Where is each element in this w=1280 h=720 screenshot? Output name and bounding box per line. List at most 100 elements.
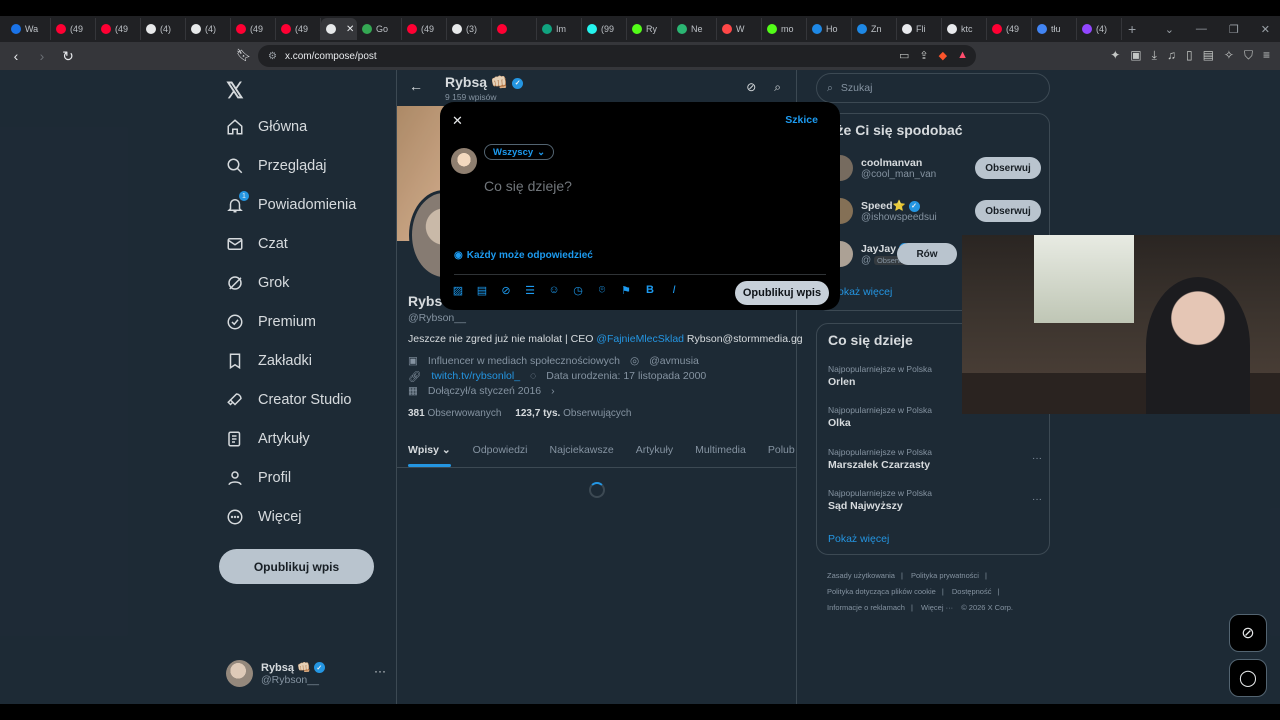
- browser-tab[interactable]: (49: [987, 18, 1032, 40]
- tab-favicon-icon: [542, 24, 552, 34]
- browser-tab[interactable]: Wa: [6, 18, 51, 40]
- chevron-down-icon: ⌄: [537, 146, 546, 158]
- forward-icon[interactable]: ›: [32, 48, 52, 64]
- tab-label: (4): [1096, 24, 1107, 34]
- screenshot-icon[interactable]: ▣: [1130, 48, 1141, 63]
- browser-tab[interactable]: ✕: [321, 18, 357, 40]
- reply-setting-button[interactable]: ◉ Każdy może odpowiedzieć: [454, 250, 593, 261]
- leo-ai-icon[interactable]: ✧: [1224, 48, 1234, 63]
- media-icon[interactable]: ▨: [452, 284, 464, 297]
- vpn-icon[interactable]: ⛉: [1244, 48, 1253, 63]
- bold-icon[interactable]: B: [644, 284, 656, 297]
- emoji-icon[interactable]: ☺: [548, 284, 560, 297]
- chevron-down-icon[interactable]: ⌄: [1165, 23, 1174, 36]
- browser-tab[interactable]: [492, 18, 537, 40]
- grok-icon[interactable]: ⊘: [500, 284, 512, 297]
- tab-favicon-icon: [767, 24, 777, 34]
- flag-icon[interactable]: ⚑: [620, 284, 632, 297]
- italic-icon[interactable]: I: [668, 284, 680, 297]
- browser-tab[interactable]: (49: [402, 18, 447, 40]
- browser-tab[interactable]: mo: [762, 18, 807, 40]
- drafts-button[interactable]: Szkice: [785, 114, 818, 126]
- browser-tab[interactable]: Im: [537, 18, 582, 40]
- browser-tab[interactable]: ktc: [942, 18, 987, 40]
- restore-icon[interactable]: ❐: [1229, 23, 1239, 36]
- compose-textarea[interactable]: Co się dzieje?: [484, 178, 572, 194]
- browser-tab[interactable]: W: [717, 18, 762, 40]
- grok-floating-button[interactable]: ⊘: [1229, 614, 1267, 652]
- browser-tab[interactable]: Ne: [672, 18, 717, 40]
- audience-selector[interactable]: Wszyscy ⌄: [484, 144, 555, 160]
- browser-tab[interactable]: (49: [96, 18, 141, 40]
- brave-shield-icon[interactable]: ◆: [939, 49, 947, 62]
- tab-favicon-icon: [11, 24, 21, 34]
- tab-label: (49: [115, 24, 129, 34]
- tab-favicon-icon: [407, 24, 417, 34]
- bookmark-page-icon[interactable]: 🔖︎: [236, 48, 251, 62]
- close-window-icon[interactable]: ✕: [1261, 23, 1270, 36]
- window-controls: ⌄ — ❐ ✕: [1165, 16, 1270, 42]
- tab-label: Ne: [691, 24, 703, 34]
- back-icon[interactable]: ‹: [6, 48, 26, 64]
- tab-label: (49: [1006, 24, 1020, 34]
- extension-icons: ✦ ▣ ⤓ ♫ ▯ ▤ ✧ ⛉ ≡: [1110, 48, 1270, 63]
- tab-close-icon[interactable]: ✕: [346, 24, 354, 35]
- tab-label: (4): [160, 24, 171, 34]
- browser-tab[interactable]: (49: [231, 18, 276, 40]
- minimize-icon[interactable]: —: [1196, 23, 1207, 35]
- schedule-icon[interactable]: ◷: [572, 284, 584, 297]
- gif-icon[interactable]: ▤: [476, 284, 488, 297]
- site-info-icon[interactable]: ⚙: [268, 51, 277, 62]
- compose-post-button[interactable]: Opublikuj wpis: [735, 281, 829, 305]
- address-bar[interactable]: ⚙ x.com/compose/post ▭ ⇪ ◆ ▲: [258, 45, 976, 67]
- brave-rewards-icon[interactable]: ▲: [957, 49, 968, 62]
- tab-label: (99: [601, 24, 615, 34]
- download-icon[interactable]: ⤓: [1152, 48, 1157, 63]
- browser-tab[interactable]: Ho: [807, 18, 852, 40]
- messages-floating-button[interactable]: ◯: [1229, 659, 1267, 697]
- tab-favicon-icon: [281, 24, 291, 34]
- browser-tab[interactable]: Zn: [852, 18, 897, 40]
- tab-favicon-icon: [236, 24, 246, 34]
- poll-icon[interactable]: ☰: [524, 284, 536, 297]
- browser-tab[interactable]: (3): [447, 18, 492, 40]
- audience-label: Wszyscy: [493, 146, 534, 158]
- browser-tab[interactable]: (4): [186, 18, 231, 40]
- x-page: 𝕏 Główna Przeglądaj 1 Powiadomienia Czat…: [0, 70, 1280, 704]
- reload-icon[interactable]: ↻: [58, 48, 78, 65]
- browser-tab[interactable]: (49: [51, 18, 96, 40]
- tab-favicon-icon: [191, 24, 201, 34]
- tab-label: Im: [556, 24, 566, 34]
- cast-icon[interactable]: ▭: [899, 49, 909, 62]
- tab-label: ktc: [961, 24, 973, 34]
- browser-tab[interactable]: Go: [357, 18, 402, 40]
- tab-favicon-icon: [497, 24, 507, 34]
- sidebar-icon[interactable]: ▯: [1186, 48, 1193, 63]
- tab-label: Wa: [25, 24, 39, 34]
- wallet-icon[interactable]: ▤: [1203, 48, 1214, 63]
- menu-icon[interactable]: ≡: [1263, 48, 1270, 63]
- tab-favicon-icon: [722, 24, 732, 34]
- tab-favicon-icon: [587, 24, 597, 34]
- browser-tab[interactable]: (99: [582, 18, 627, 40]
- media-icon[interactable]: ♫: [1167, 48, 1176, 63]
- close-icon[interactable]: ✕: [452, 113, 463, 129]
- browser-tab[interactable]: (4): [141, 18, 186, 40]
- tab-label: mo: [781, 24, 794, 34]
- tab-favicon-icon: [56, 24, 66, 34]
- new-tab-button[interactable]: +: [1122, 21, 1142, 37]
- tab-favicon-icon: [947, 24, 957, 34]
- share-icon[interactable]: ⇪: [919, 49, 928, 62]
- tab-label: Ry: [646, 24, 657, 34]
- browser-tab[interactable]: (49: [276, 18, 321, 40]
- browser-tab[interactable]: Ry: [627, 18, 672, 40]
- browser-tab[interactable]: Fli: [897, 18, 942, 40]
- tab-favicon-icon: [812, 24, 822, 34]
- reply-setting-label: Każdy może odpowiedzieć: [466, 250, 593, 261]
- location-icon[interactable]: ⌾: [596, 284, 608, 297]
- extensions-icon[interactable]: ✦: [1110, 48, 1120, 63]
- tab-favicon-icon: [146, 24, 156, 34]
- tab-strip: Wa (49 (49 (4) (4) (49 (49 ✕ Go (49 (3) Im (99 Ry Ne Wm…: [6, 18, 1122, 40]
- browser-tab[interactable]: (4): [1077, 18, 1122, 40]
- browser-tab[interactable]: tłu: [1032, 18, 1077, 40]
